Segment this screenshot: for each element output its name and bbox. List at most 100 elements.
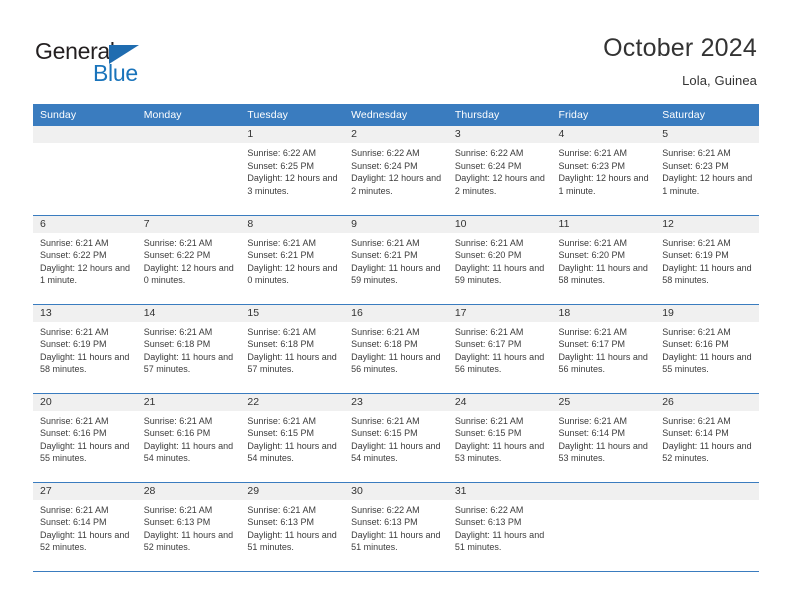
calendar-day-cell[interactable]: 18 Sunrise: 6:21 AM Sunset: 6:17 PM Dayligh…: [551, 304, 656, 394]
daylight-text: Daylight: 11 hours and 57 minutes.: [143, 351, 234, 375]
calendar-day-cell[interactable]: 30 Sunrise: 6:22 AM Sunset: 6:13 PM Dayligh…: [344, 482, 448, 572]
calendar-day-cell[interactable]: 17 Sunrise: 6:21 AM Sunset: 6:17 PM Dayligh…: [447, 304, 552, 394]
calendar-day-cell[interactable]: 21 Sunrise: 6:21 AM Sunset: 6:16 PM Dayligh…: [136, 393, 241, 483]
sunrise-text: Sunrise: 6:22 AM: [454, 504, 524, 515]
calendar-day-cell[interactable]: 28 Sunrise: 6:21 AM Sunset: 6:13 PM Dayligh…: [136, 482, 241, 572]
calendar-day-cell[interactable]: 6 Sunrise: 6:21 AM Sunset: 6:22 PM Daylight…: [33, 215, 137, 305]
general-blue-logo: General Blue: [35, 38, 235, 88]
calendar-day-cell[interactable]: 7 Sunrise: 6:21 AM Sunset: 6:22 PM Daylight…: [136, 215, 241, 305]
calendar-day-cell[interactable]: 12 Sunrise: 6:21 AM Sunset: 6:19 PM Dayligh…: [655, 215, 759, 305]
calendar-day-cell[interactable]: 14 Sunrise: 6:21 AM Sunset: 6:18 PM Dayligh…: [136, 304, 241, 394]
weekday-header-friday: Friday: [551, 104, 656, 126]
calendar-day-number: 12: [655, 215, 759, 233]
calendar-day-cell[interactable]: 22 Sunrise: 6:21 AM Sunset: 6:15 PM Dayligh…: [240, 393, 345, 483]
calendar-day-cell[interactable]: 26 Sunrise: 6:21 AM Sunset: 6:14 PM Dayligh…: [655, 393, 759, 483]
daylight-text: Daylight: 11 hours and 55 minutes.: [40, 440, 130, 464]
calendar-day-cell[interactable]: 8 Sunrise: 6:21 AM Sunset: 6:21 PM Daylight…: [240, 215, 345, 305]
calendar-day-cell[interactable]: 3 Sunrise: 6:22 AM Sunset: 6:24 PM Daylight…: [447, 126, 552, 216]
logo-text-blue: Blue: [93, 60, 138, 86]
calendar-day-details: Sunrise: 6:21 AM Sunset: 6:15 PM Daylight:…: [240, 411, 344, 465]
calendar-day-details: Sunrise: 6:21 AM Sunset: 6:16 PM Daylight:…: [137, 411, 241, 465]
sunset-text: Sunset: 6:20 PM: [558, 250, 626, 261]
calendar-day-cell[interactable]: 9 Sunrise: 6:21 AM Sunset: 6:21 PM Daylight…: [344, 215, 448, 305]
calendar-day-details: Sunrise: 6:21 AM Sunset: 6:17 PM Daylight:…: [552, 322, 656, 376]
calendar-day-cell[interactable]: 5 Sunrise: 6:21 AM Sunset: 6:23 PM Daylight…: [655, 126, 759, 216]
calendar-day-cell-empty: [655, 482, 759, 572]
sunset-text: Sunset: 6:19 PM: [40, 339, 107, 350]
calendar-day-cell[interactable]: 25 Sunrise: 6:21 AM Sunset: 6:14 PM Dayligh…: [551, 393, 656, 483]
calendar-day-cell[interactable]: 10 Sunrise: 6:21 AM Sunset: 6:20 PM Dayligh…: [447, 215, 552, 305]
sunset-text: Sunset: 6:17 PM: [558, 339, 626, 350]
calendar-day-number: 18: [551, 304, 656, 322]
weekday-header-sunday: Sunday: [33, 104, 137, 126]
sunset-text: Sunset: 6:25 PM: [247, 160, 314, 171]
daylight-text: Daylight: 12 hours and 3 minutes.: [247, 173, 338, 196]
sunset-text: Sunset: 6:17 PM: [454, 339, 522, 350]
sunrise-text: Sunrise: 6:21 AM: [40, 504, 109, 515]
calendar-day-number: 15: [240, 304, 345, 322]
calendar-day-details: Sunrise: 6:21 AM Sunset: 6:18 PM Daylight:…: [137, 322, 241, 376]
daylight-text: Daylight: 11 hours and 55 minutes.: [662, 351, 752, 375]
daylight-text: Daylight: 11 hours and 54 minutes.: [143, 440, 234, 464]
calendar-day-number: 16: [344, 304, 448, 322]
sunset-text: Sunset: 6:22 PM: [143, 250, 211, 261]
sunset-text: Sunset: 6:21 PM: [247, 250, 314, 261]
weekday-header-row: Sunday Monday Tuesday Wednesday Thursday…: [33, 104, 759, 126]
daylight-text: Daylight: 11 hours and 58 minutes.: [40, 351, 130, 375]
daylight-text: Daylight: 12 hours and 1 minute.: [558, 173, 649, 196]
calendar-day-cell[interactable]: 23 Sunrise: 6:21 AM Sunset: 6:15 PM Dayligh…: [344, 393, 448, 483]
month-calendar-table: Sunday Monday Tuesday Wednesday Thursday…: [33, 104, 759, 572]
sunset-text: Sunset: 6:13 PM: [143, 517, 211, 528]
weekday-header-thursday: Thursday: [447, 104, 552, 126]
daylight-text: Daylight: 12 hours and 2 minutes.: [454, 173, 545, 196]
sunrise-text: Sunrise: 6:21 AM: [351, 326, 420, 337]
sunset-text: Sunset: 6:20 PM: [454, 250, 522, 261]
sunset-text: Sunset: 6:18 PM: [351, 339, 418, 350]
calendar-day-cell[interactable]: 31 Sunrise: 6:22 AM Sunset: 6:13 PM Dayligh…: [447, 482, 552, 572]
sunrise-text: Sunrise: 6:21 AM: [662, 148, 731, 158]
daylight-text: Daylight: 11 hours and 54 minutes.: [247, 440, 337, 464]
calendar-day-cell[interactable]: 29 Sunrise: 6:21 AM Sunset: 6:13 PM Dayligh…: [240, 482, 345, 572]
calendar-day-number: 7: [136, 215, 241, 233]
calendar-day-details: Sunrise: 6:21 AM Sunset: 6:14 PM Daylight:…: [655, 411, 759, 465]
sunrise-text: Sunrise: 6:21 AM: [143, 504, 213, 515]
calendar-day-cell[interactable]: 24 Sunrise: 6:21 AM Sunset: 6:15 PM Dayligh…: [447, 393, 552, 483]
sunrise-text: Sunrise: 6:22 AM: [351, 504, 420, 515]
calendar-day-details: Sunrise: 6:22 AM Sunset: 6:13 PM Daylight:…: [448, 500, 552, 554]
calendar-day-cell[interactable]: 19 Sunrise: 6:21 AM Sunset: 6:16 PM Dayligh…: [655, 304, 759, 394]
calendar-day-details: Sunrise: 6:21 AM Sunset: 6:15 PM Daylight:…: [448, 411, 552, 465]
daylight-text: Daylight: 11 hours and 52 minutes.: [40, 529, 130, 553]
calendar-day-cell[interactable]: 2 Sunrise: 6:22 AM Sunset: 6:24 PM Daylight…: [344, 126, 448, 216]
calendar-day-number: [551, 482, 656, 500]
daylight-text: Daylight: 11 hours and 56 minutes.: [558, 351, 648, 375]
calendar-day-number: 25: [551, 393, 656, 411]
daylight-text: Daylight: 11 hours and 51 minutes.: [454, 529, 545, 553]
sunrise-text: Sunrise: 6:21 AM: [662, 415, 731, 426]
calendar-day-cell[interactable]: 15 Sunrise: 6:21 AM Sunset: 6:18 PM Dayligh…: [240, 304, 345, 394]
sunrise-text: Sunrise: 6:21 AM: [454, 237, 524, 248]
calendar-day-cell[interactable]: 16 Sunrise: 6:21 AM Sunset: 6:18 PM Dayligh…: [344, 304, 448, 394]
sunrise-text: Sunrise: 6:21 AM: [558, 415, 628, 426]
calendar-day-number: 1: [240, 126, 345, 143]
calendar-day-details: Sunrise: 6:21 AM Sunset: 6:19 PM Daylight:…: [655, 233, 759, 287]
daylight-text: Daylight: 12 hours and 2 minutes.: [351, 173, 442, 196]
calendar-page: General Blue October 2024 Lola, Guinea S…: [0, 0, 792, 612]
daylight-text: Daylight: 11 hours and 52 minutes.: [662, 440, 752, 464]
calendar-day-cell[interactable]: 13 Sunrise: 6:21 AM Sunset: 6:19 PM Dayligh…: [33, 304, 137, 394]
calendar-day-details: Sunrise: 6:21 AM Sunset: 6:20 PM Daylight:…: [448, 233, 552, 287]
calendar-day-details: Sunrise: 6:21 AM Sunset: 6:15 PM Daylight:…: [344, 411, 448, 465]
sunrise-text: Sunrise: 6:21 AM: [454, 415, 524, 426]
calendar-day-details: Sunrise: 6:21 AM Sunset: 6:18 PM Daylight:…: [344, 322, 448, 376]
calendar-day-cell[interactable]: 27 Sunrise: 6:21 AM Sunset: 6:14 PM Dayligh…: [33, 482, 137, 572]
title-block: October 2024 Lola, Guinea: [603, 32, 757, 90]
calendar-day-cell[interactable]: 20 Sunrise: 6:21 AM Sunset: 6:16 PM Dayligh…: [33, 393, 137, 483]
calendar-body: 1 Sunrise: 6:22 AM Sunset: 6:25 PM Daylight…: [33, 126, 759, 572]
calendar-day-number: 14: [136, 304, 241, 322]
calendar-day-number: 28: [136, 482, 241, 500]
calendar-day-cell[interactable]: 4 Sunrise: 6:21 AM Sunset: 6:23 PM Daylight…: [551, 126, 656, 216]
calendar-day-cell-empty: [136, 126, 241, 216]
daylight-text: Daylight: 11 hours and 58 minutes.: [558, 262, 648, 286]
calendar-day-cell[interactable]: 11 Sunrise: 6:21 AM Sunset: 6:20 PM Dayligh…: [551, 215, 656, 305]
calendar-day-cell[interactable]: 1 Sunrise: 6:22 AM Sunset: 6:25 PM Daylight…: [240, 126, 345, 216]
sunrise-text: Sunrise: 6:21 AM: [143, 415, 213, 426]
